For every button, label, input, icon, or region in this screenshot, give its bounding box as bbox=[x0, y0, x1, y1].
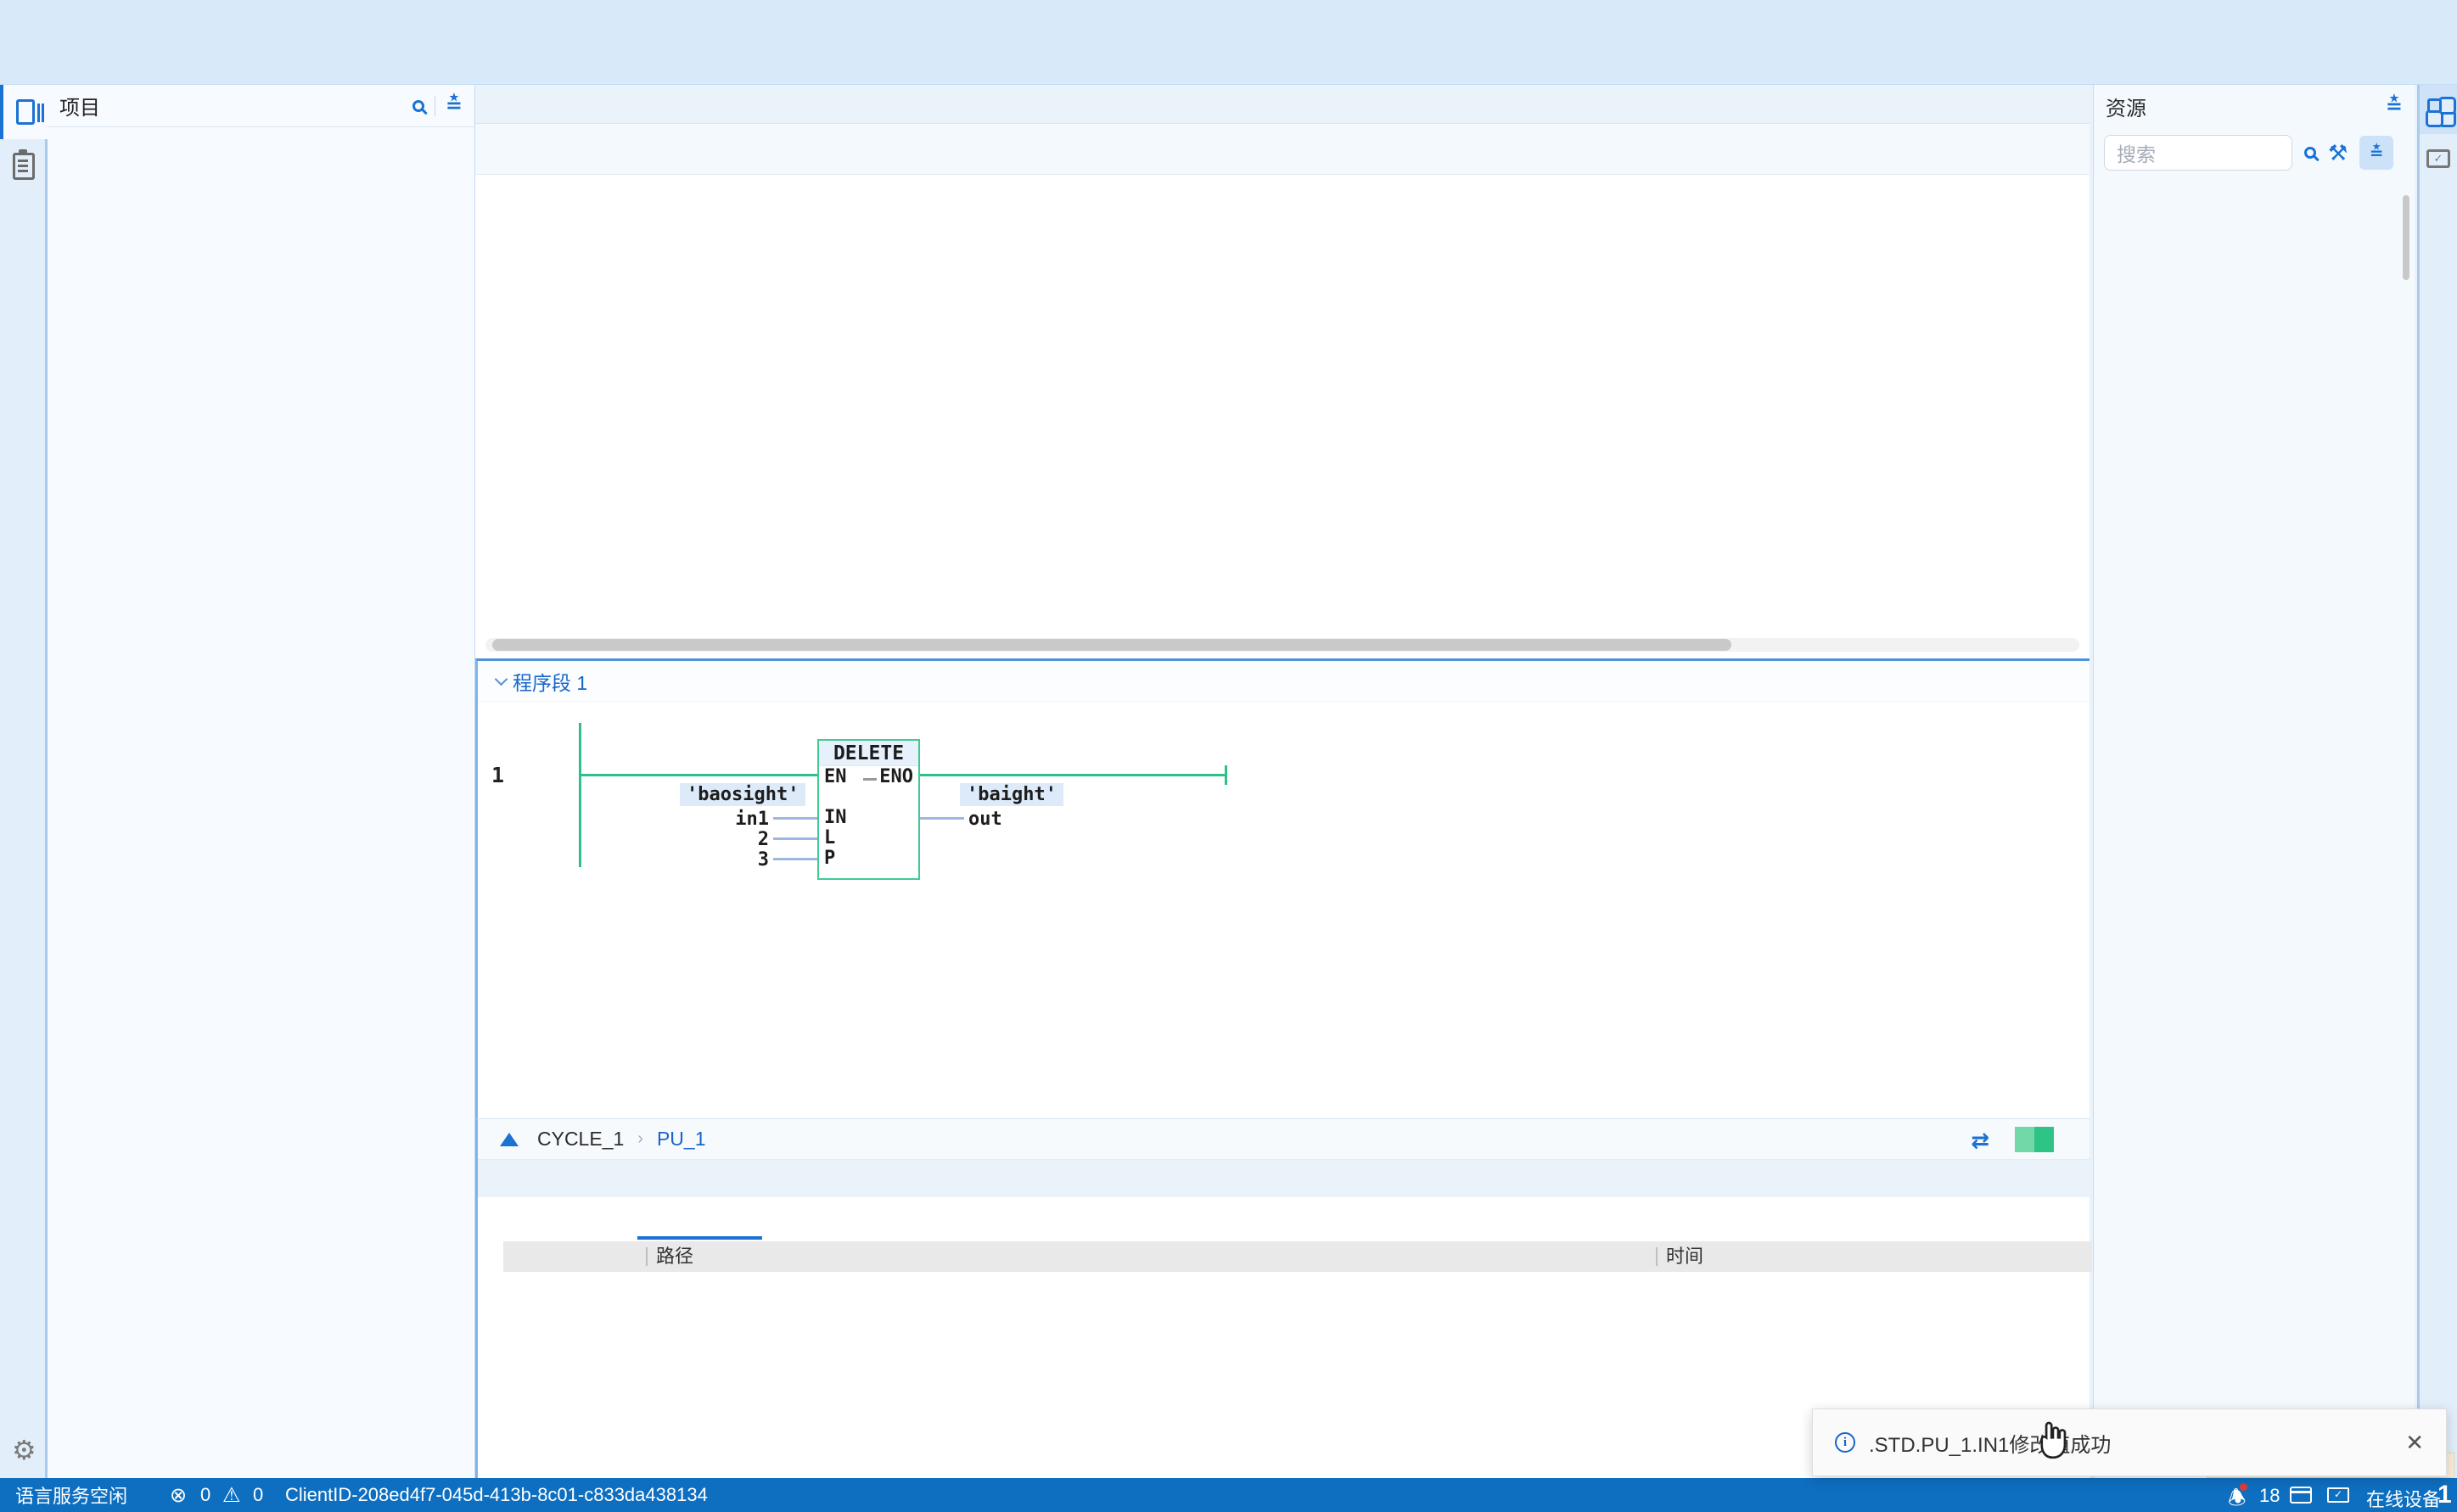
l-stub bbox=[773, 837, 817, 840]
toast-notification[interactable]: i .STD.PU_1.IN1修改值成功 ✕ bbox=[1812, 1408, 2447, 1476]
info-subtabs bbox=[478, 1197, 2090, 1241]
online-monitor-icon[interactable]: ✓ bbox=[2327, 1487, 2349, 1503]
clipboard-icon bbox=[13, 149, 35, 180]
project-doc-icon bbox=[16, 99, 40, 125]
ladder-editor: 程序段 1 1 DELETE EN ENO IN L P 'baosight' … bbox=[475, 658, 2090, 1118]
pou-breadcrumb-bar: CYCLE_1 › PU_1 ⇄ bbox=[478, 1119, 2090, 1160]
errors-icon[interactable]: ⊗ bbox=[170, 1483, 187, 1508]
col-path: 路径 bbox=[646, 1247, 1656, 1266]
in-stub bbox=[773, 817, 817, 820]
pin-p: P bbox=[824, 848, 836, 869]
network-label: 程序段 1 bbox=[513, 671, 588, 694]
status-indicator bbox=[2015, 1127, 2054, 1152]
pin-eno: ENO bbox=[879, 766, 913, 787]
pin-l: L bbox=[824, 827, 836, 848]
task-list-icon[interactable] bbox=[0, 139, 48, 193]
project-explorer-icon[interactable] bbox=[0, 85, 48, 139]
delete-function-block[interactable]: DELETE EN ENO IN L P bbox=[817, 739, 920, 880]
project-search-icon[interactable] bbox=[412, 99, 424, 112]
toast-close-icon[interactable]: ✕ bbox=[2405, 1430, 2424, 1456]
resource-scrollbar-thumb[interactable] bbox=[2403, 195, 2409, 280]
error-count: 0 bbox=[200, 1484, 211, 1505]
in-value-label[interactable]: 'baosight' bbox=[680, 783, 806, 806]
out-value-label[interactable]: 'baight' bbox=[960, 783, 1063, 806]
p-stub bbox=[773, 858, 817, 860]
resources-panel: 资源 ≛ 搜索 ⚒ ≛ bbox=[2093, 85, 2415, 1478]
active-subtab-underline bbox=[637, 1236, 762, 1240]
project-filter-icon[interactable]: ≛ bbox=[446, 93, 463, 118]
horizontal-scrollbar[interactable] bbox=[485, 638, 2079, 652]
pin-en: EN bbox=[824, 766, 847, 787]
toast-info-icon: i bbox=[1835, 1432, 1855, 1453]
resource-search-input[interactable]: 搜索 bbox=[2104, 135, 2292, 171]
l-operand[interactable]: 2 bbox=[684, 829, 769, 850]
resources-title: 资源 bbox=[2106, 97, 2146, 120]
swap-arrows-icon[interactable]: ⇄ bbox=[1971, 1128, 1989, 1154]
left-activity-bar: ⚙ bbox=[0, 85, 48, 1478]
warnings-icon[interactable]: ⚠ bbox=[222, 1483, 241, 1508]
network-collapse-icon[interactable] bbox=[494, 672, 508, 686]
project-panel: 项目 ≛ bbox=[48, 85, 475, 1478]
p-operand[interactable]: 3 bbox=[684, 849, 769, 871]
monitor-check-icon: ✓ bbox=[2426, 149, 2450, 168]
wire-end-tick bbox=[1225, 765, 1227, 785]
col-time: 时间 bbox=[1656, 1247, 1703, 1266]
language-service-status: 语言服务空闲 bbox=[15, 1486, 128, 1507]
breadcrumb-task[interactable]: CYCLE_1 bbox=[537, 1128, 624, 1151]
out-stub bbox=[920, 817, 964, 820]
main-toolbar bbox=[0, 44, 2457, 85]
power-rail bbox=[579, 723, 581, 867]
out-operand[interactable]: out bbox=[968, 809, 1002, 830]
online-device-count: 1 bbox=[2437, 1481, 2452, 1509]
project-panel-title: 项目 bbox=[59, 97, 100, 120]
editor-tab-strip bbox=[475, 85, 2090, 124]
grid-icon bbox=[2427, 98, 2449, 120]
block-title: DELETE bbox=[819, 741, 918, 766]
breadcrumb-separator-icon: › bbox=[637, 1129, 643, 1148]
online-device-panel-icon[interactable]: ✓ bbox=[2420, 134, 2457, 183]
network-row-number: 1 bbox=[491, 763, 505, 787]
warning-count: 0 bbox=[253, 1484, 264, 1505]
wire-right bbox=[920, 774, 1227, 776]
notification-count: 18 bbox=[2259, 1485, 2280, 1506]
info-tabs bbox=[478, 1160, 2090, 1197]
en-eno-link bbox=[863, 778, 877, 781]
notification-bell-icon[interactable]: 🕭 bbox=[2228, 1483, 2249, 1512]
collapse-panel-icon[interactable] bbox=[500, 1132, 519, 1146]
toast-message: .STD.PU_1.IN1修改值成功 bbox=[1869, 1433, 2112, 1457]
online-device-label: 在线设备 bbox=[2366, 1489, 2442, 1510]
panel-toggle-icon[interactable] bbox=[2290, 1487, 2312, 1504]
breadcrumb-pou[interactable]: PU_1 bbox=[657, 1128, 706, 1151]
resource-favorites-filter-icon[interactable]: ≛ bbox=[2359, 136, 2394, 170]
log-table-header: 路径 时间 bbox=[503, 1241, 2092, 1272]
resource-tools-icon[interactable]: ⚒ bbox=[2328, 140, 2348, 166]
editor-toolbar bbox=[475, 124, 2090, 175]
resource-search-icon[interactable] bbox=[2304, 147, 2316, 159]
status-bar: 语言服务空闲 ⊗ 0 ⚠ 0 ClientID-208ed4f7-045d-41… bbox=[0, 1478, 2457, 1512]
resources-list-icon[interactable]: ≛ bbox=[2386, 94, 2403, 119]
mouse-cursor bbox=[2040, 1421, 2067, 1459]
pin-in: IN bbox=[824, 807, 847, 828]
wire-left bbox=[579, 774, 817, 776]
resource-grid-icon[interactable] bbox=[2420, 85, 2457, 134]
menu-bar bbox=[0, 0, 2457, 44]
scrollbar-thumb[interactable] bbox=[492, 639, 1731, 651]
client-id: ClientID-208ed4f7-045d-413b-8c01-c833da4… bbox=[285, 1484, 708, 1505]
settings-gear-icon[interactable]: ⚙ bbox=[12, 1434, 36, 1466]
project-tree bbox=[48, 127, 474, 1476]
editor-area: 程序段 1 1 DELETE EN ENO IN L P 'baosight' … bbox=[475, 85, 2092, 1478]
right-activity-bar: ✓ bbox=[2417, 85, 2457, 1478]
in-operand[interactable]: in1 bbox=[684, 809, 769, 830]
